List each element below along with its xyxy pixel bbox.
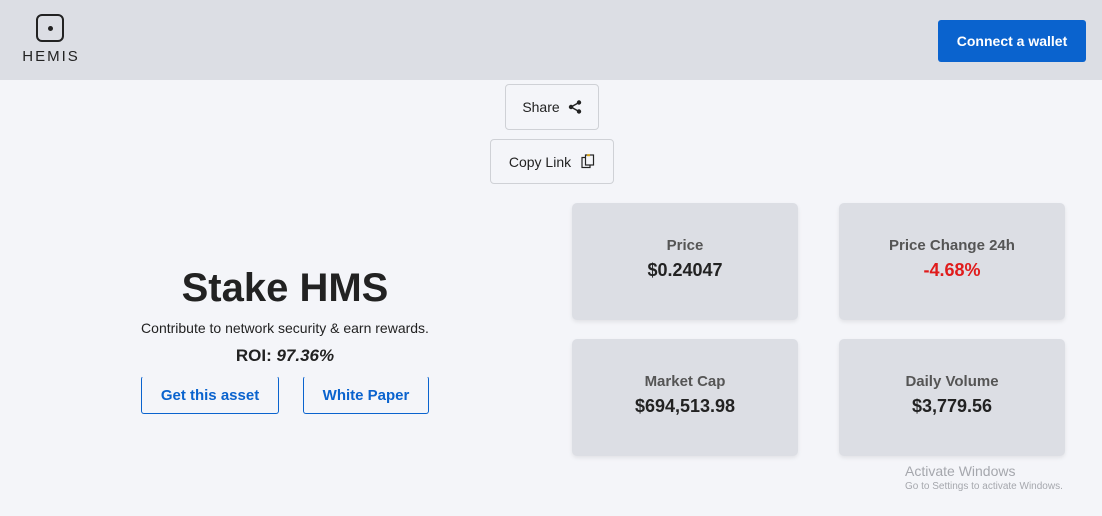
stat-value: $3,779.56 bbox=[911, 396, 993, 416]
stat-value: $694,513.98 bbox=[634, 396, 736, 416]
copy-icon bbox=[581, 154, 595, 169]
activate-windows-watermark: Activate Windows Go to Settings to activ… bbox=[905, 463, 1063, 492]
watermark-subtitle: Go to Settings to activate Windows. bbox=[905, 481, 1063, 492]
stat-label: Daily Volume bbox=[905, 373, 999, 390]
get-asset-button[interactable]: Get this asset bbox=[141, 376, 279, 414]
share-icon bbox=[568, 100, 581, 114]
roi-label: ROI: bbox=[235, 346, 272, 365]
copy-link-button[interactable]: Copy Link bbox=[490, 139, 614, 184]
page-title: Stake HMS bbox=[181, 266, 389, 310]
hero-subtitle: Contribute to network security & earn re… bbox=[141, 320, 429, 336]
copy-link-label: Copy Link bbox=[508, 153, 572, 170]
stat-label: Price bbox=[666, 237, 704, 254]
stat-card-price: Price $0.24047 bbox=[572, 203, 798, 320]
stat-card-daily-volume: Daily Volume $3,779.56 bbox=[839, 339, 1065, 456]
top-header: HEMIS Connect a wallet bbox=[0, 0, 1102, 80]
share-button[interactable]: Share bbox=[505, 84, 599, 130]
stat-card-price-change: Price Change 24h -4.68% bbox=[839, 203, 1065, 320]
roi-value: 97.36% bbox=[276, 346, 335, 365]
share-label: Share bbox=[522, 99, 560, 115]
hero-section: Stake HMS Contribute to network security… bbox=[100, 262, 470, 366]
stat-label: Price Change 24h bbox=[889, 237, 1015, 254]
roi-line: ROI: 97.36% bbox=[100, 346, 470, 366]
connect-wallet-button[interactable]: Connect a wallet bbox=[938, 20, 1086, 62]
hemis-logo[interactable]: HEMIS bbox=[20, 14, 82, 66]
stat-value: $0.24047 bbox=[647, 260, 723, 280]
hemis-logo-icon bbox=[36, 14, 64, 42]
stat-card-market-cap: Market Cap $694,513.98 bbox=[572, 339, 798, 456]
logo-text: HEMIS bbox=[22, 48, 80, 65]
watermark-title: Activate Windows bbox=[905, 463, 1016, 479]
stat-value: -4.68% bbox=[923, 260, 981, 280]
white-paper-button[interactable]: White Paper bbox=[303, 376, 429, 414]
logo-dot bbox=[48, 26, 53, 31]
hero-buttons: Get this asset White Paper bbox=[141, 376, 429, 414]
stat-label: Market Cap bbox=[644, 373, 726, 390]
